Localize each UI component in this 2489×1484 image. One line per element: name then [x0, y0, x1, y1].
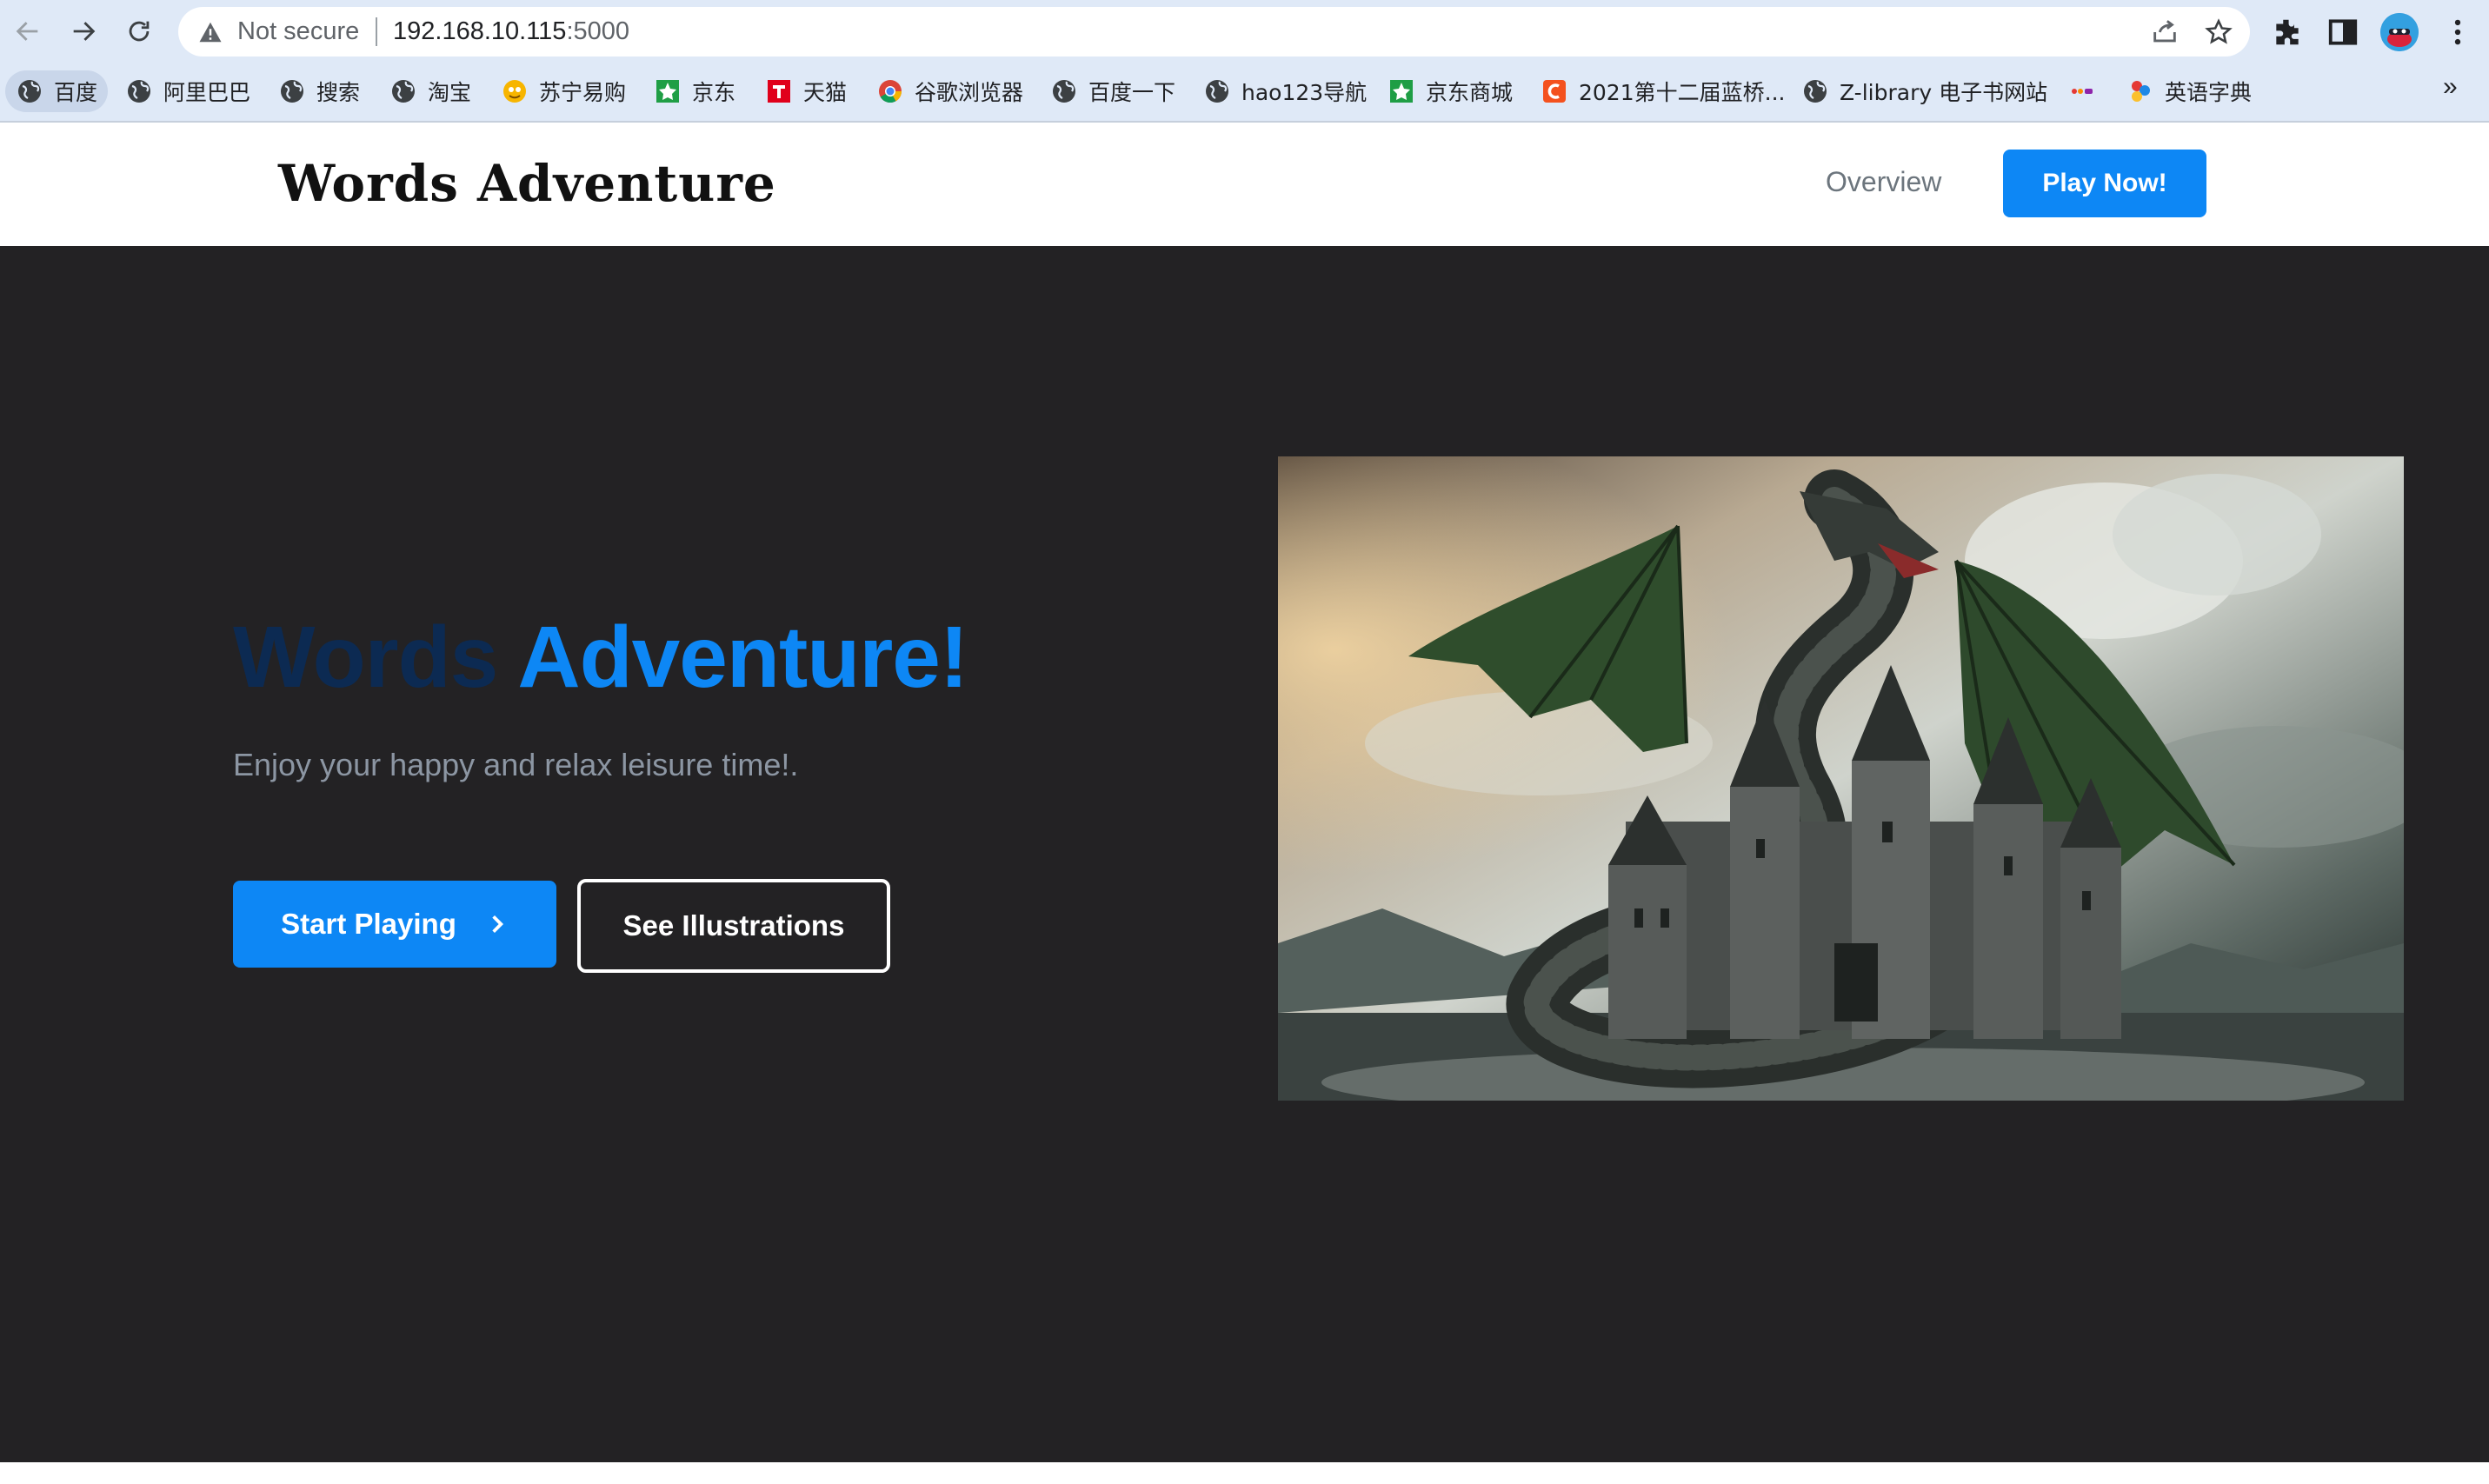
bookmark-item[interactable]: 天猫 [765, 70, 847, 112]
globe-icon [128, 80, 150, 103]
bookmark-item[interactable]: 淘宝 [389, 70, 471, 112]
bookmark-label: 天猫 [803, 80, 848, 105]
chevron-right-icon [492, 915, 503, 934]
extensions-icon[interactable] [2271, 16, 2304, 49]
globe-icon [1206, 80, 1228, 103]
side-panel-icon[interactable] [2326, 16, 2359, 49]
jd-icon [1390, 80, 1413, 103]
bookmark-label: 阿里巴巴 [163, 80, 251, 105]
bookmark-item[interactable]: 谷歌浏览器 [876, 70, 1023, 112]
dictionary-icon [2132, 81, 2150, 102]
bookmark-item[interactable]: 百度 [5, 70, 109, 112]
suning-icon [503, 80, 526, 103]
page-bottom-edge [0, 1462, 2489, 1484]
profile-avatar[interactable] [2380, 13, 2419, 51]
hero-dragon-image [1278, 456, 2404, 1101]
hero-section: Words Adventure! Enjoy your happy and re… [0, 246, 2489, 1462]
site-header: Words Adventure Overview Play Now! [0, 123, 2489, 246]
c-icon [1543, 80, 1566, 103]
hero-title-part1: Words [233, 609, 498, 706]
bookmark-label: 苏宁易购 [539, 80, 627, 105]
hero-subtitle: Enjoy your happy and relax leisure time!… [233, 747, 799, 782]
bookmark-label: 淘宝 [428, 80, 472, 105]
bookmark-label: hao123导航 [1241, 80, 1368, 105]
bookmark-item[interactable]: 英语字典 [2126, 70, 2252, 112]
bookmark-label: 英语字典 [2165, 80, 2253, 105]
globe-icon [18, 80, 41, 103]
bookmark-item[interactable]: 京东商城 [1388, 70, 1513, 112]
address-bar[interactable]: Not secure 192.168.10.115:5000 [178, 7, 2250, 57]
bookmark-label: 百度一下 [1088, 80, 1176, 105]
chrome-icon [879, 80, 902, 103]
more-menu-icon[interactable] [2441, 16, 2474, 49]
bookmark-item[interactable]: 2021第十二届蓝桥... [1541, 70, 1785, 112]
bookmark-item[interactable]: 搜索 [278, 70, 360, 112]
jd-icon [656, 80, 679, 103]
url-port: :5000 [566, 17, 630, 45]
bookmark-item[interactable]: 京东 [654, 70, 735, 112]
globe-icon [1053, 80, 1075, 103]
forward-arrow-icon[interactable] [64, 12, 103, 50]
start-playing-button[interactable]: Start Playing [233, 881, 556, 968]
share-icon[interactable] [2150, 17, 2180, 47]
reload-icon[interactable] [120, 12, 158, 50]
tmall-icon [768, 80, 790, 103]
bookmark-item[interactable]: Z-library 电子书网站 [1801, 70, 2047, 112]
browser-toolbar: Not secure 192.168.10.115:5000 [0, 0, 2489, 63]
bookmark-label: 谷歌浏览器 [915, 80, 1024, 105]
bookmark-label: 京东商城 [1426, 80, 1514, 105]
brand-logo[interactable]: Words Adventure [278, 154, 776, 213]
bookmark-item[interactable]: 阿里巴巴 [125, 70, 250, 112]
see-illustrations-button[interactable]: See Illustrations [577, 879, 890, 973]
bookmark-label: 百度 [54, 80, 98, 105]
nav-overview-link[interactable]: Overview [1826, 166, 1941, 198]
hero-title-part2: Adventure! [517, 609, 968, 706]
bookmark-label: 2021第十二届蓝桥... [1579, 80, 1786, 105]
bookmarks-overflow-button[interactable]: » [2443, 72, 2458, 102]
bookmark-item[interactable]: 苏宁易购 [501, 70, 626, 112]
start-playing-label: Start Playing [281, 908, 456, 940]
small-logo-icon [2072, 89, 2093, 94]
bookmark-label: Z-library 电子书网站 [1840, 80, 2048, 105]
omnibox-divider [376, 17, 377, 46]
bookmark-item[interactable] [2067, 70, 2095, 112]
play-now-button[interactable]: Play Now! [2003, 150, 2206, 217]
security-label[interactable]: Not secure [237, 17, 359, 46]
back-arrow-icon[interactable] [9, 12, 47, 50]
bookmark-label: 搜索 [316, 80, 361, 105]
bookmarks-bar: 百度 阿里巴巴 搜索 淘宝 苏宁易购 京东 天猫 谷歌浏览器 百度一下 hao1… [0, 63, 2489, 123]
warning-icon[interactable] [197, 19, 223, 45]
bookmark-label: 京东 [692, 80, 736, 105]
globe-icon [392, 80, 415, 103]
bookmark-item[interactable]: 百度一下 [1050, 70, 1175, 112]
globe-icon [281, 80, 303, 103]
url-host: 192.168.10.115 [393, 17, 567, 45]
star-icon[interactable] [2204, 17, 2233, 47]
bookmark-item[interactable]: hao123导航 [1203, 70, 1367, 112]
globe-icon [1804, 80, 1827, 103]
url-text[interactable]: 192.168.10.115:5000 [393, 17, 629, 46]
hero-title: Words Adventure! [233, 608, 968, 708]
